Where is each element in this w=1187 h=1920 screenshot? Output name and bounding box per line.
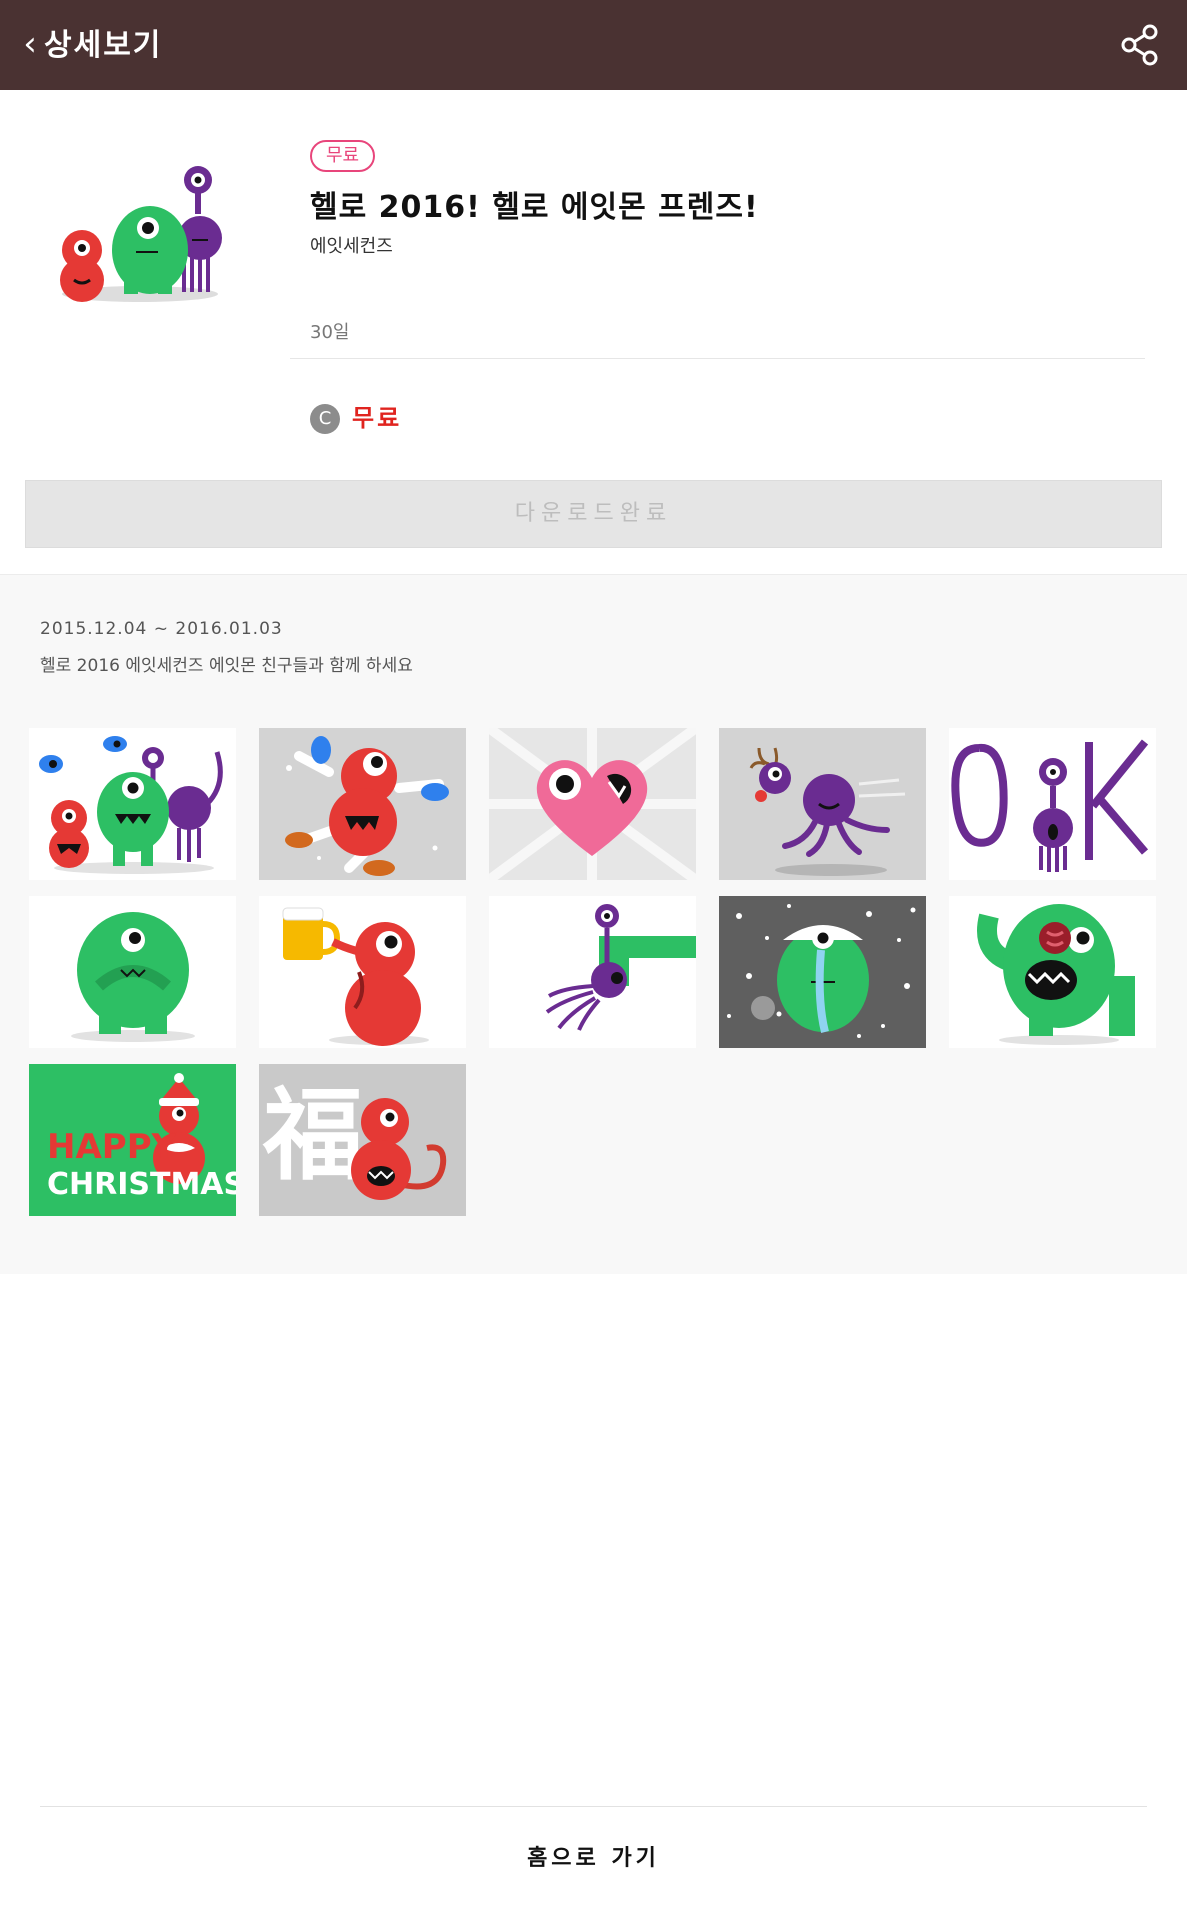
- page-title: 상세보기: [44, 28, 163, 63]
- free-badge: 무료: [310, 140, 376, 172]
- sticker-red-mascot-dancing[interactable]: [259, 728, 466, 880]
- sticker-green-mascot-eating[interactable]: [949, 896, 1156, 1048]
- app-header: ‹ 상세보기: [0, 0, 1187, 90]
- divider: [290, 358, 1145, 359]
- fortune-char: 福: [262, 1077, 363, 1194]
- sticker-heart-mascot[interactable]: [489, 728, 696, 880]
- go-home-link[interactable]: 홈으로 가기: [0, 1840, 1187, 1872]
- christmas-text: CHRISTMAS: [47, 1167, 236, 1202]
- happy-text: HAPPY: [47, 1127, 177, 1167]
- item-title: 헬로 2016! 헬로 에잇몬 프렌즈!: [310, 190, 759, 225]
- chevron-left-icon: ‹: [23, 24, 37, 64]
- sticker-red-mascot-beer[interactable]: [259, 896, 466, 1048]
- footer-divider: [40, 1806, 1147, 1807]
- sticker-purple-mascot-pulled[interactable]: [489, 896, 696, 1048]
- item-thumbnail: [60, 166, 222, 302]
- sticker-happy-christmas-card[interactable]: HAPPY CHRISTMAS: [29, 1064, 236, 1216]
- item-author: 에잇세컨즈: [310, 236, 393, 257]
- back-button[interactable]: ‹: [12, 22, 48, 66]
- sticker-ok-text-mascot[interactable]: [949, 728, 1156, 880]
- sticker-friends-group[interactable]: [29, 728, 236, 880]
- item-detail: 무료 헬로 2016! 헬로 에잇몬 프렌즈! 에잇세컨즈 30일 C 무료 다…: [0, 90, 1187, 574]
- share-icon: [1121, 24, 1158, 66]
- usage-period: 30일: [310, 322, 350, 343]
- coin-icon: C: [310, 404, 340, 434]
- event-dates: 2015.12.04 ~ 2016.01.03: [40, 619, 283, 639]
- event-description: 헬로 2016 에잇세컨즈 에잇몬 친구들과 함께 하세요: [40, 656, 413, 676]
- sticker-green-mascot-snow-crying[interactable]: [719, 896, 926, 1048]
- item-price: 무료: [352, 404, 403, 432]
- download-complete-button[interactable]: 다운로드완료: [25, 480, 1162, 548]
- sticker-green-mascot-shy[interactable]: [29, 896, 236, 1048]
- share-button[interactable]: [1117, 22, 1163, 68]
- sticker-purple-reindeer-mascot[interactable]: [719, 728, 926, 880]
- sticker-fortune-monkey-card[interactable]: 福: [259, 1064, 466, 1216]
